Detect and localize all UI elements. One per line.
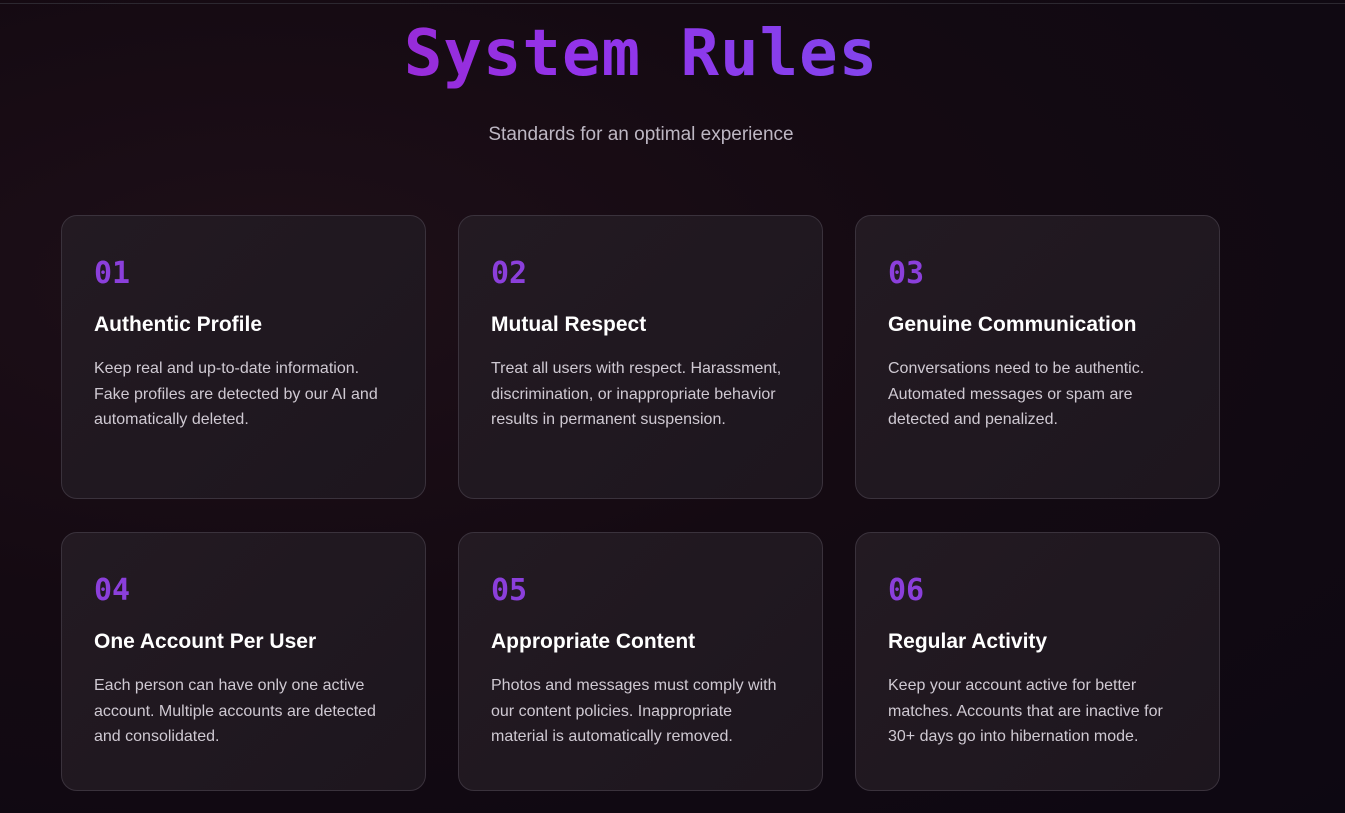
rule-number: 04 <box>94 573 131 608</box>
rule-description: Each person can have only one active acc… <box>94 677 376 745</box>
rule-number: 05 <box>491 573 528 608</box>
rule-number: 03 <box>888 256 925 291</box>
rule-card-mutual-respect: 02 Mutual Respect Treat all users with r… <box>458 215 823 499</box>
rule-card-authentic-profile: 01 Authentic Profile Keep real and up-to… <box>61 215 426 499</box>
rule-description: Photos and messages must comply with our… <box>491 677 777 745</box>
rule-title: Genuine Communication <box>888 313 1137 336</box>
rule-description: Keep real and up-to-date information. Fa… <box>94 360 378 428</box>
rule-card-genuine-communication: 03 Genuine Communication Conversations n… <box>855 215 1220 499</box>
page-title: System Rules <box>0 18 1282 90</box>
rules-grid: 01 Authentic Profile Keep real and up-to… <box>61 215 1220 791</box>
rule-description: Keep your account active for better matc… <box>888 677 1163 745</box>
rule-number: 01 <box>94 256 131 291</box>
rule-card-appropriate-content: 05 Appropriate Content Photos and messag… <box>458 532 823 791</box>
rule-title: Authentic Profile <box>94 313 263 336</box>
page-subtitle: Standards for an optimal experience <box>488 124 794 145</box>
top-divider <box>0 3 1345 4</box>
rule-card-one-account: 04 One Account Per User Each person can … <box>61 532 426 791</box>
rule-description: Treat all users with respect. Harassment… <box>491 360 782 428</box>
rule-number: 06 <box>888 573 925 608</box>
rule-title: Regular Activity <box>888 630 1048 653</box>
rule-card-regular-activity: 06 Regular Activity Keep your account ac… <box>855 532 1220 791</box>
rule-title: One Account Per User <box>94 630 317 653</box>
rule-title: Mutual Respect <box>491 313 647 336</box>
rule-number: 02 <box>491 256 528 291</box>
rule-title: Appropriate Content <box>491 630 696 653</box>
rule-description: Conversations need to be authentic. Auto… <box>888 360 1145 428</box>
